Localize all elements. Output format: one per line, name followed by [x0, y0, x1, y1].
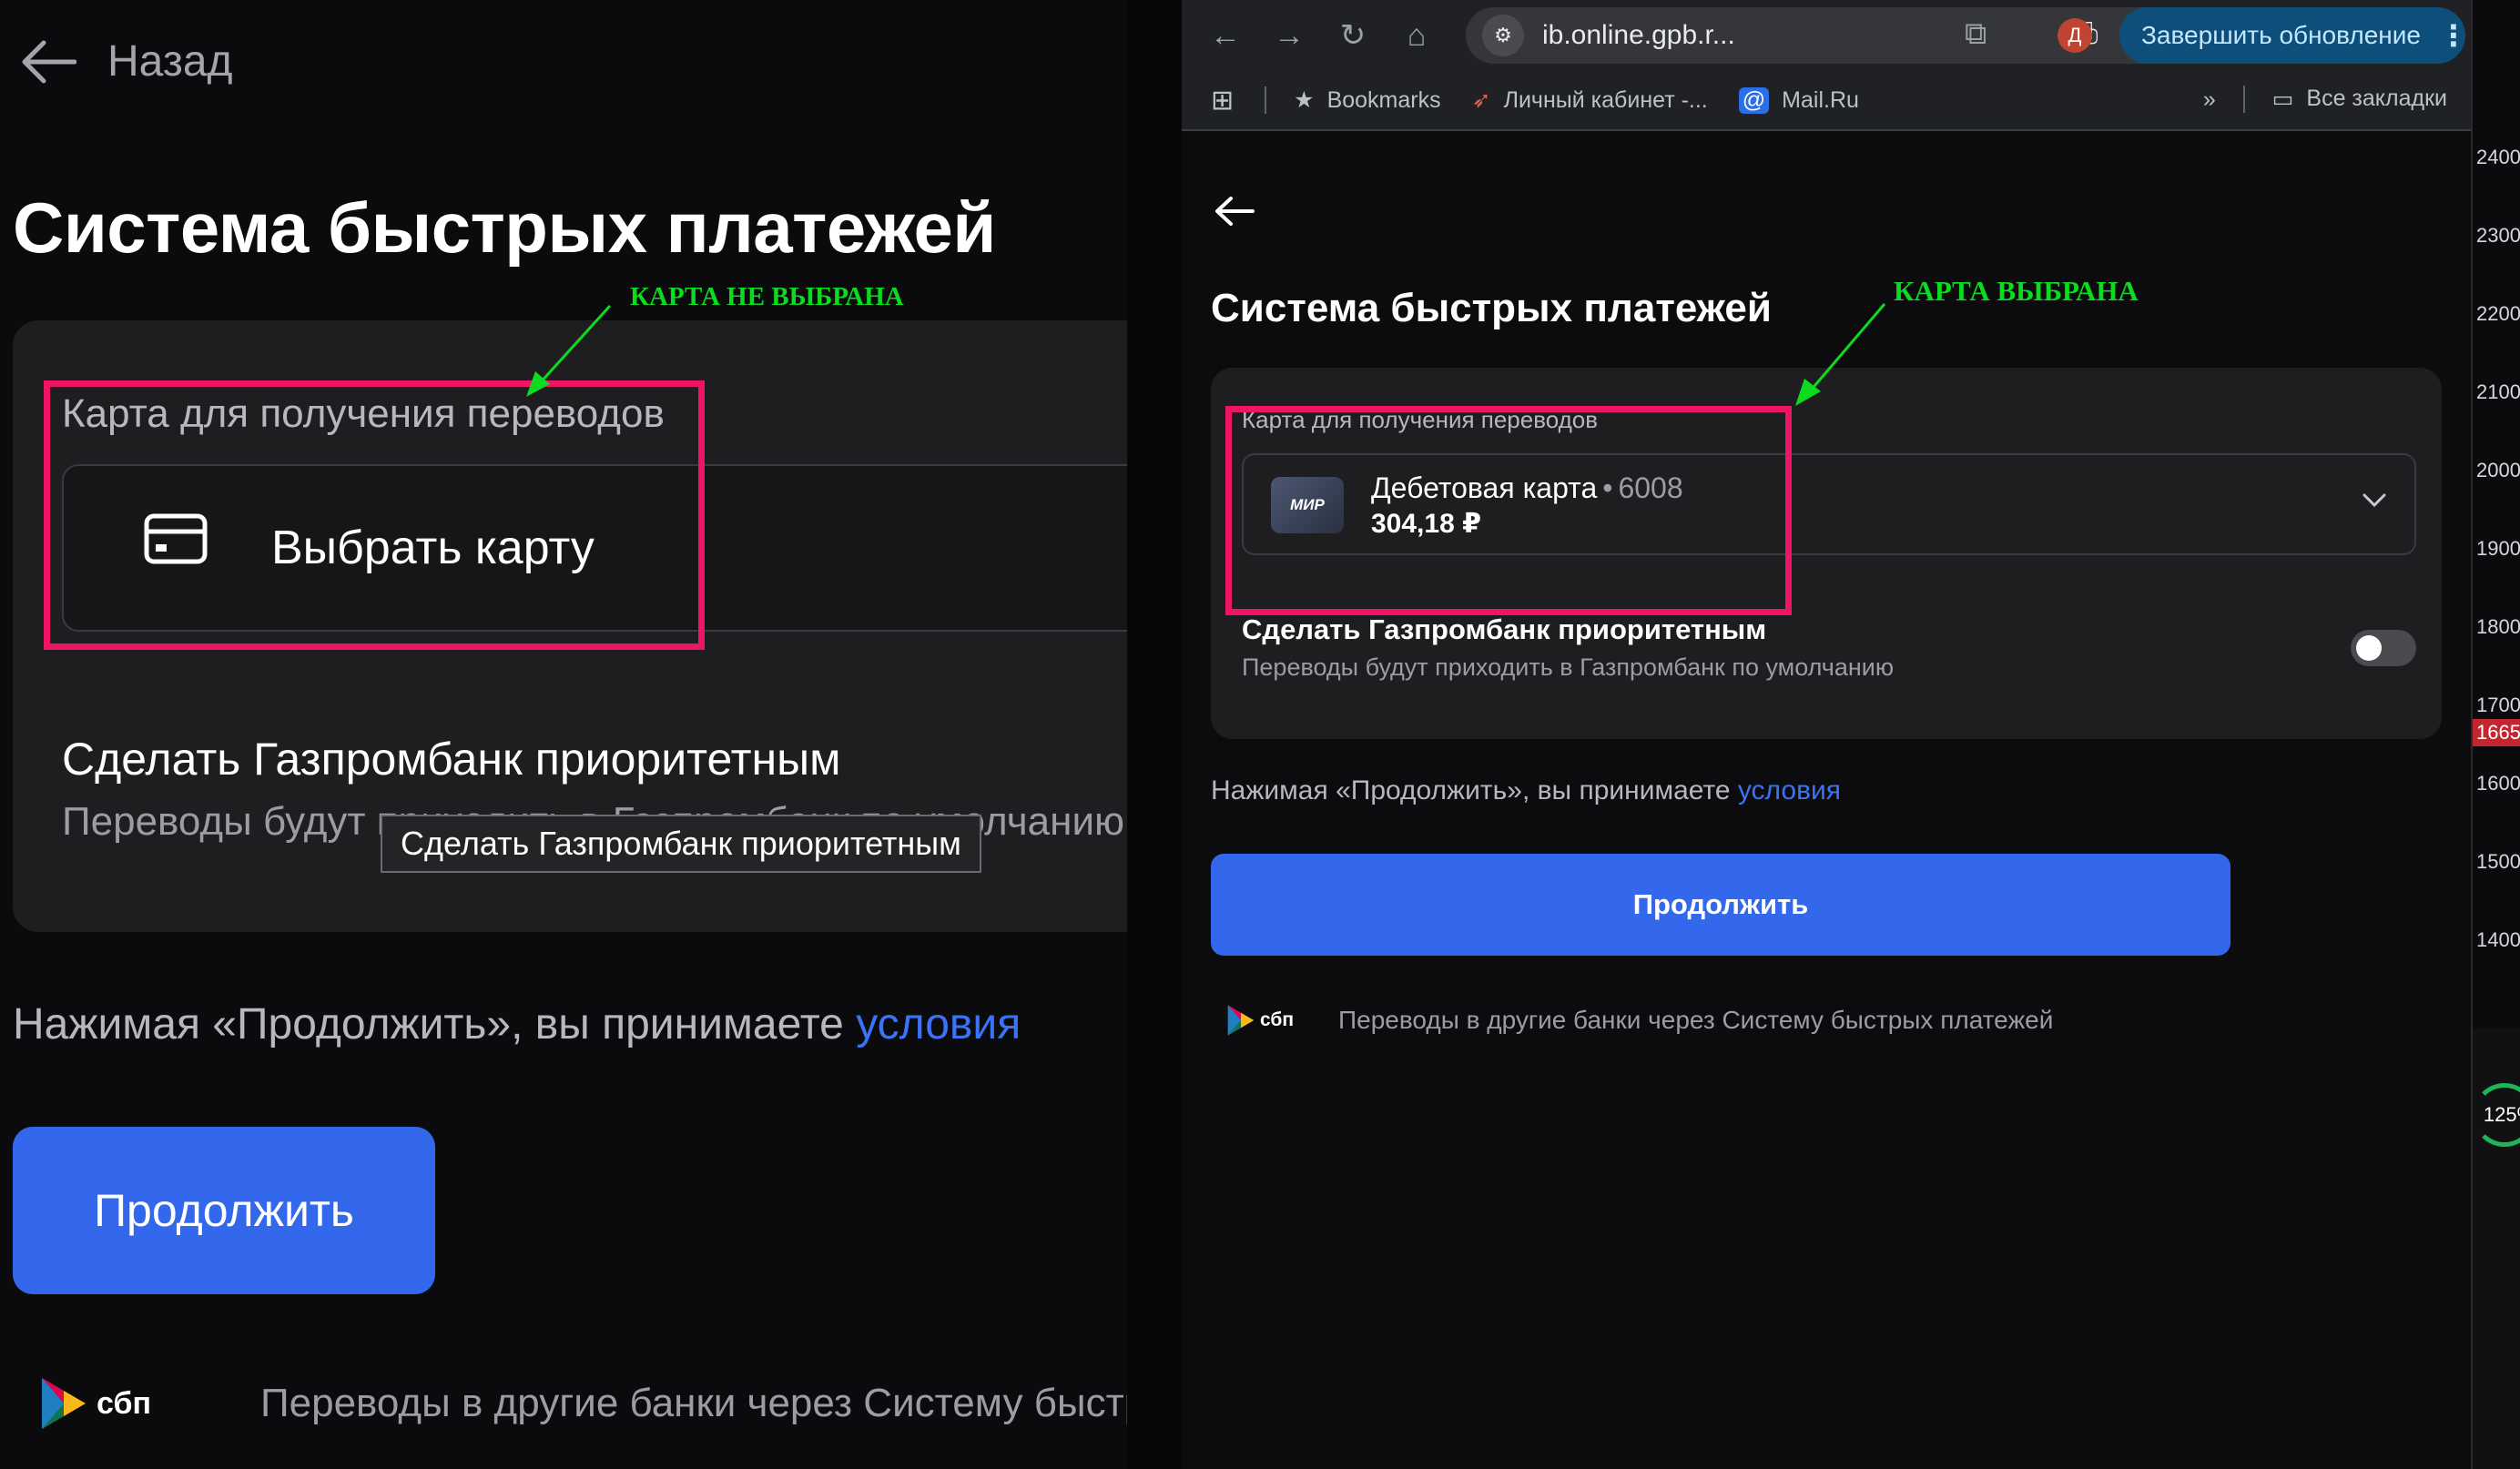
url-text: ib.online.gpb.r... — [1542, 20, 1735, 50]
bookmark-label: Bookmarks — [1326, 86, 1441, 113]
bookmarks-separator — [1265, 86, 1267, 114]
browser-window: ← → ↻ ⌂ ⚙ ib.online.gpb.r... ⎙ ⊘ ☆ ⧉ Д З… — [1182, 0, 2471, 1469]
bookmark-item-bookmarks[interactable]: ★ Bookmarks — [1294, 86, 1440, 114]
sbp-description: Переводы в другие банки через Систему бы… — [260, 1381, 1127, 1425]
divider — [1127, 0, 1182, 1469]
back-arrow-icon[interactable]: ← — [1207, 17, 1244, 54]
address-bar[interactable]: ⚙ ib.online.gpb.r... ⎙ ⊘ ☆ — [1466, 7, 2221, 64]
profile-avatar[interactable]: Д — [2058, 18, 2092, 53]
annotation-arrow — [526, 304, 612, 397]
price-tick: 2000 — [2476, 459, 2520, 481]
bookmark-item-mailru[interactable]: @ Mail.Ru — [1738, 86, 1859, 114]
priority-title: Сделать Газпромбанк приоритетным — [1242, 613, 1767, 645]
sbp-description: Переводы в другие банки через Систему бы… — [1338, 1006, 2054, 1034]
sbp-footer: сбп Переводы в другие банки через Систем… — [1225, 1003, 2053, 1038]
annotation-box-not-selected — [44, 380, 705, 650]
bookmarks-separator — [2242, 86, 2245, 113]
page-title: Система быстрых платежей — [13, 187, 996, 268]
bookmark-label: Mail.Ru — [1782, 86, 1859, 113]
bookmark-item-lk[interactable]: ➶ Личный кабинет -... — [1472, 86, 1708, 114]
arrow-left-icon[interactable] — [1213, 193, 1256, 229]
tooltip: Сделать Газпромбанк приоритетным — [381, 815, 981, 873]
annotation-arrow — [1795, 303, 1886, 406]
terms-link[interactable]: условия — [856, 1000, 1021, 1049]
price-tick: 1800 — [2476, 615, 2520, 638]
reload-icon[interactable]: ↻ — [1335, 17, 1371, 54]
annotation-not-selected: КАРТА НЕ ВЫБРАНА — [630, 282, 904, 311]
priority-description: Переводы будут приходить в Газпромбанк п… — [1242, 653, 1895, 681]
price-tick: 1700 — [2476, 694, 2520, 716]
all-bookmarks[interactable]: ▭ Все закладки — [2272, 86, 2447, 113]
all-bookmarks-label: Все закладки — [2306, 86, 2447, 111]
sbp-logo-icon — [1227, 1005, 1255, 1036]
chevron-down-icon — [2362, 493, 2386, 508]
forward-arrow-icon[interactable]: → — [1271, 17, 1307, 54]
sbp-footer: сбп Переводы в другие банки через Систем… — [38, 1374, 1127, 1433]
priority-title: Сделать Газпромбанк приоритетным — [62, 734, 841, 785]
price-tick: 2400 — [2476, 146, 2520, 168]
site-info-icon[interactable]: ⚙ — [1482, 15, 1524, 56]
price-tick: 2200 — [2476, 302, 2520, 325]
folder-icon: ▭ — [2271, 86, 2294, 112]
at-icon: @ — [1738, 86, 1770, 114]
annotation-selected: КАРТА ВЫБРАНА — [1894, 275, 2139, 307]
arrow-left-icon — [22, 40, 76, 83]
terms-prefix: Нажимая «Продолжить», вы принимаете — [13, 1000, 857, 1049]
price-tick: 1900 — [2476, 537, 2520, 560]
price-tick: 1600 — [2476, 772, 2520, 795]
back-label: Назад — [107, 37, 233, 86]
current-price-badge: 1665 — [2473, 719, 2520, 746]
price-tick: 1400 — [2476, 928, 2520, 951]
terms-prefix: Нажимая «Продолжить», вы принимаете — [1211, 775, 1738, 805]
left-zoomed-view: Назад Система быстрых платежей Карта для… — [0, 0, 1127, 1469]
terms-text: Нажимая «Продолжить», вы принимаете усло… — [1211, 775, 1841, 806]
star-icon: ★ — [1294, 87, 1315, 113]
priority-toggle[interactable] — [2351, 630, 2416, 666]
price-tick: 2300 — [2476, 224, 2520, 247]
update-button[interactable]: Завершить обновление ⋮ — [2119, 7, 2468, 64]
bookmark-label: Личный кабинет -... — [1503, 86, 1708, 113]
apps-grid-icon[interactable]: ⊞ — [1211, 85, 1234, 117]
home-icon[interactable]: ⌂ — [1398, 17, 1435, 54]
price-scale-strip: 2400 2300 2200 2100 2000 1900 1800 1700 … — [2471, 0, 2520, 1469]
terms-text: Нажимая «Продолжить», вы принимаете усло… — [13, 999, 1021, 1049]
bookmarks-right: » ▭ Все закладки — [2203, 86, 2447, 113]
sbp-logo: сбп — [38, 1374, 220, 1433]
back-button[interactable]: Назад — [20, 36, 233, 86]
annotation-box-selected — [1225, 406, 1792, 615]
bookmarks-bar: ⊞ ★ Bookmarks ➶ Личный кабинет -... @ Mail.… — [1182, 71, 2471, 131]
more-menu-icon[interactable]: ⋮ — [2439, 18, 2468, 53]
sbp-logo-text: сбп — [1260, 1009, 1295, 1030]
sbp-logo-text: сбп — [97, 1385, 151, 1421]
continue-button[interactable]: Продолжить — [13, 1127, 435, 1294]
terms-link[interactable]: условия — [1738, 775, 1841, 805]
sbp-logo: сбп — [1225, 1003, 1338, 1038]
update-label: Завершить обновление — [2141, 21, 2421, 49]
price-tick: 1500 — [2476, 850, 2520, 873]
continue-button[interactable]: Продолжить — [1211, 854, 2230, 956]
extensions-icon[interactable]: ⧉ — [1965, 16, 1987, 52]
page-title: Система быстрых платежей — [1211, 286, 1772, 330]
rocket-icon: ➶ — [1471, 87, 1491, 113]
chevron-double-right-icon[interactable]: » — [2203, 86, 2216, 113]
sbp-logo-icon — [42, 1378, 86, 1429]
price-tick: 2100 — [2476, 380, 2520, 403]
